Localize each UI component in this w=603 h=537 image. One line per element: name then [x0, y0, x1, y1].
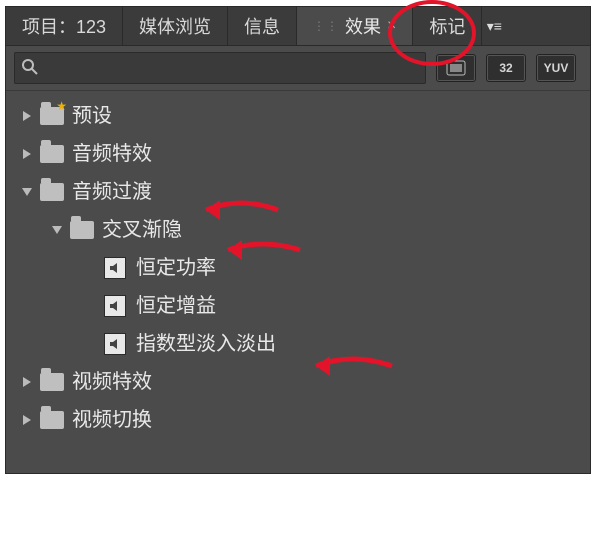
- presets-folder-icon: [40, 107, 64, 125]
- folder-icon: [40, 373, 64, 391]
- tree-item-exponential-fade[interactable]: 指数型淡入淡出: [10, 325, 590, 363]
- audio-effect-icon: [104, 295, 126, 317]
- search-icon: [21, 58, 39, 81]
- tree-label: 视频特效: [72, 372, 152, 392]
- tree-label: 预设: [72, 106, 112, 126]
- search-row: 32 YUV: [6, 46, 590, 91]
- folder-icon: [40, 411, 64, 429]
- tab-grip-icon: ⋮⋮: [313, 19, 339, 33]
- tab-effects-label: 效果: [345, 13, 381, 39]
- effects-tree: 预设 音频特效 音频过渡 交叉渐隐 恒定功率 恒: [6, 91, 590, 439]
- folder-icon: [40, 183, 64, 201]
- tab-bar: 项目：123 媒体浏览 信息 ⋮⋮ 效果 × 标记 ▾≡: [6, 7, 590, 46]
- tree-item-video-effects[interactable]: 视频特效: [10, 363, 590, 401]
- tree-item-constant-gain[interactable]: 恒定增益: [10, 287, 590, 325]
- tree-item-constant-power[interactable]: 恒定功率: [10, 249, 590, 287]
- folder-icon: [40, 145, 64, 163]
- tab-media-browser-label: 媒体浏览: [139, 13, 211, 39]
- tree-label: 交叉渐隐: [102, 220, 182, 240]
- tab-markers[interactable]: 标记: [413, 7, 482, 45]
- audio-effect-icon: [104, 333, 126, 355]
- disclosure-triangle-icon[interactable]: [16, 143, 38, 165]
- tree-label: 恒定增益: [136, 296, 216, 316]
- filter-32bit-icon[interactable]: 32: [486, 54, 526, 82]
- effects-panel: 项目：123 媒体浏览 信息 ⋮⋮ 效果 × 标记 ▾≡ 32 YUV: [5, 6, 591, 474]
- tab-project-label: 项目：123: [22, 13, 106, 39]
- tab-effects[interactable]: ⋮⋮ 效果 ×: [297, 7, 413, 45]
- tree-label: 音频特效: [72, 144, 152, 164]
- tree-item-crossfade[interactable]: 交叉渐隐: [10, 211, 590, 249]
- disclosure-triangle-open-icon[interactable]: [46, 219, 68, 241]
- tab-info[interactable]: 信息: [228, 7, 297, 45]
- search-box[interactable]: [14, 52, 426, 84]
- tree-label: 视频切换: [72, 410, 152, 430]
- filter-yuv-icon[interactable]: YUV: [536, 54, 576, 82]
- audio-effect-icon: [104, 257, 126, 279]
- tree-item-audio-transitions[interactable]: 音频过渡: [10, 173, 590, 211]
- tab-markers-label: 标记: [429, 13, 465, 39]
- panel-menu-icon[interactable]: ▾≡: [482, 7, 506, 45]
- tab-project[interactable]: 项目：123: [6, 7, 123, 45]
- folder-icon: [70, 221, 94, 239]
- filter-accelerated-icon[interactable]: [436, 54, 476, 82]
- tab-info-label: 信息: [244, 13, 280, 39]
- tab-media-browser[interactable]: 媒体浏览: [123, 7, 228, 45]
- tree-item-audio-effects[interactable]: 音频特效: [10, 135, 590, 173]
- tree-label: 指数型淡入淡出: [136, 334, 276, 354]
- tree-label: 恒定功率: [136, 258, 216, 278]
- disclosure-triangle-icon[interactable]: [16, 371, 38, 393]
- disclosure-triangle-icon[interactable]: [16, 409, 38, 431]
- tree-item-video-transitions[interactable]: 视频切换: [10, 401, 590, 439]
- search-input[interactable]: [43, 53, 425, 83]
- close-icon[interactable]: ×: [387, 17, 396, 35]
- tree-label: 音频过渡: [72, 182, 152, 202]
- tree-item-presets[interactable]: 预设: [10, 97, 590, 135]
- disclosure-triangle-open-icon[interactable]: [16, 181, 38, 203]
- disclosure-triangle-icon[interactable]: [16, 105, 38, 127]
